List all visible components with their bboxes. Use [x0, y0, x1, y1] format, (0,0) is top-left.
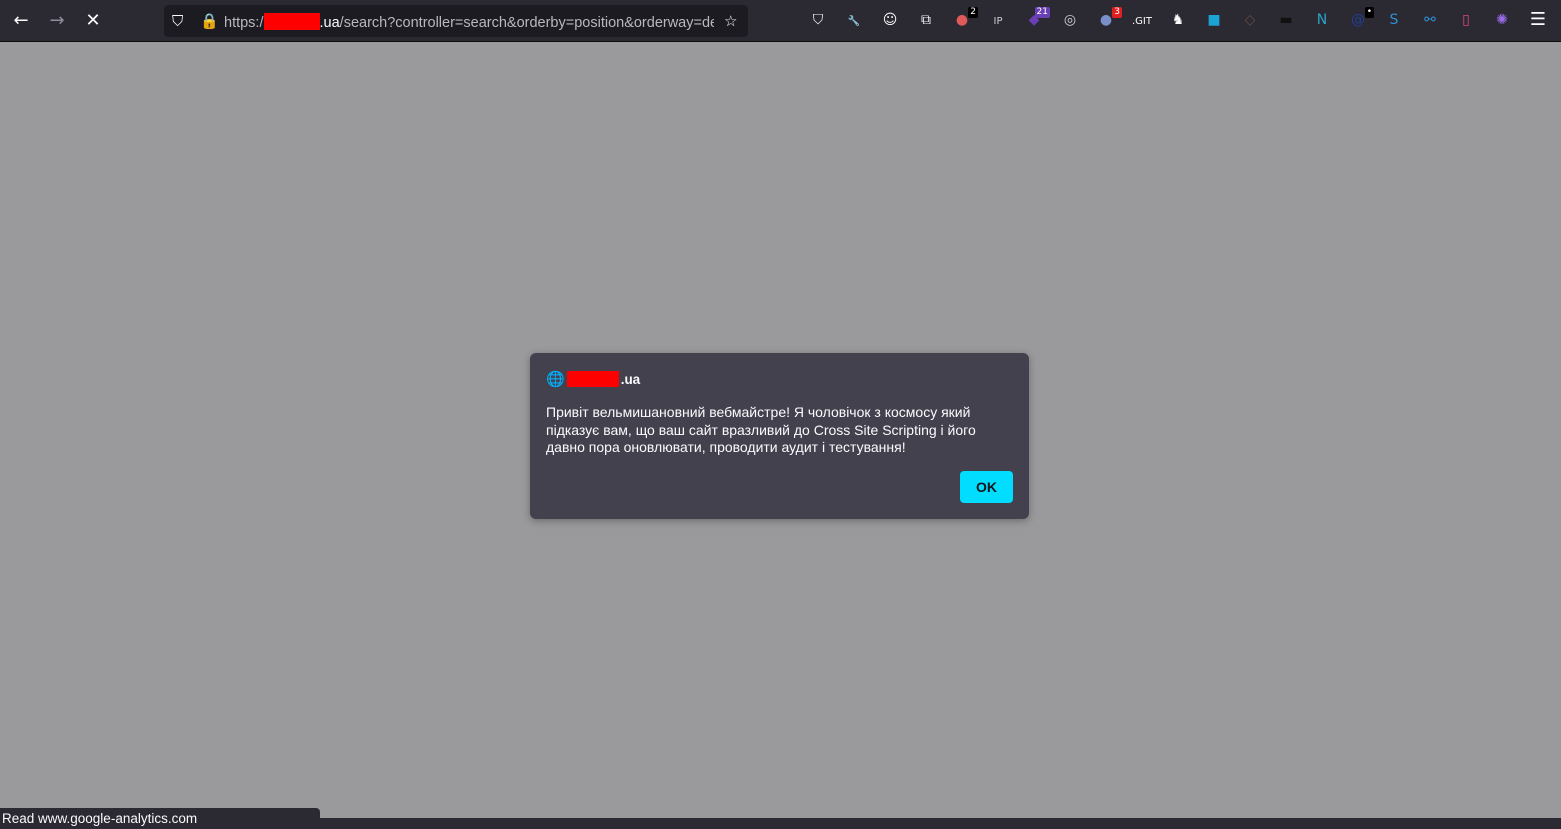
extensions-glyph: ⧉	[921, 12, 931, 28]
url-prefix: https:/	[224, 15, 264, 31]
bookmark-star-icon[interactable]: ☆	[724, 12, 737, 30]
url-bar[interactable]: ⛉ 🔒 https:/ .ua/search?controller=search&…	[164, 5, 748, 37]
extension-doc-glyph: ▯	[1462, 12, 1470, 28]
extension-gear-glyph: ✺	[1496, 12, 1508, 28]
git-glyph: .GIT	[1132, 16, 1152, 27]
redacted-domain	[263, 13, 320, 30]
extensions-icon[interactable]: ⧉	[916, 10, 936, 30]
extension-at-icon[interactable]: @ •	[1348, 7, 1374, 30]
dialog-message: Привіт вельмишановний вебмайстре! Я чоло…	[546, 404, 976, 455]
menu-hamburger-icon[interactable]: ☰	[1528, 10, 1548, 30]
extension-s-icon[interactable]: S	[1384, 10, 1404, 30]
extension-diamond-glyph: ◇	[1244, 12, 1256, 28]
extension-hat-icon[interactable]: ▬	[1276, 10, 1296, 30]
url-host: .ua	[319, 15, 340, 31]
extension-s-glyph: S	[1389, 12, 1399, 28]
lock-icon[interactable]: 🔒	[200, 12, 219, 30]
cookie-glyph: ◎	[1063, 12, 1077, 28]
extension-mask-glyph: ♞	[1171, 12, 1185, 28]
url-text[interactable]: https:/ .ua/search?controller=search&orde…	[224, 13, 714, 31]
dialog-origin: 🌐 .ua	[546, 370, 640, 388]
extension-diamond-icon[interactable]: ◇	[1240, 10, 1260, 30]
wrench-glyph: 🔧	[847, 16, 861, 27]
forward-button[interactable]: →	[44, 8, 70, 34]
ok-button[interactable]: OK	[960, 471, 1013, 503]
extension-mask-icon[interactable]: ♞	[1168, 10, 1188, 30]
pocket-icon[interactable]: ⛉	[808, 10, 828, 30]
extension-globe-icon[interactable]: ● 3	[1096, 7, 1122, 30]
ip-glyph: IP	[993, 16, 1003, 27]
extension-at-glyph: @	[1351, 12, 1365, 28]
extension-purple-icon[interactable]: ◆ 21	[1024, 7, 1050, 30]
wrench-icon[interactable]: 🔧	[844, 10, 864, 30]
extension-dots-glyph: ●	[955, 12, 969, 28]
ip-icon[interactable]: IP	[988, 10, 1008, 30]
browser-toolbar: ← → ✕ ⛉ 🔒 https:/ .ua/search?controller=s…	[0, 0, 1561, 42]
back-button[interactable]: ←	[8, 8, 34, 34]
extension-badge: •	[1364, 7, 1374, 18]
extension-dots-icon[interactable]: ● 2	[952, 7, 978, 30]
extension-camera-glyph: ■	[1207, 12, 1221, 28]
url-path: /search?controller=search&orderby=positi…	[339, 15, 714, 31]
alert-dialog: 🌐 .ua Привіт вельмишановний вебмайстре! …	[530, 353, 1029, 519]
extension-link-icon[interactable]: ⚯	[1420, 10, 1440, 30]
extension-globe-glyph: ●	[1099, 12, 1113, 28]
extension-badge: 21	[1034, 7, 1050, 18]
extension-link-glyph: ⚯	[1424, 12, 1436, 28]
extension-camera-icon[interactable]: ■	[1204, 10, 1224, 30]
stop-loading-button[interactable]: ✕	[80, 8, 106, 34]
extension-badge: 3	[1112, 7, 1122, 18]
origin-suffix: .ua	[620, 371, 641, 387]
globe-icon: 🌐	[546, 371, 565, 388]
git-icon[interactable]: .GIT	[1132, 10, 1152, 30]
account-glyph: ☺	[882, 12, 898, 28]
extension-n-icon[interactable]: N	[1312, 10, 1332, 30]
extension-badge: 2	[968, 7, 978, 18]
extension-gear-icon[interactable]: ✺	[1492, 10, 1512, 30]
extension-doc-icon[interactable]: ▯	[1456, 10, 1476, 30]
redacted-domain	[566, 371, 619, 387]
pocket-glyph: ⛉	[812, 12, 824, 28]
extension-n-glyph: N	[1316, 12, 1328, 28]
account-icon[interactable]: ☺	[880, 10, 900, 30]
status-text: Read www.google-analytics.com	[0, 808, 320, 829]
cookie-icon[interactable]: ◎	[1060, 10, 1080, 30]
tracking-protection-shield-icon[interactable]: ⛉	[172, 12, 183, 30]
extension-hat-glyph: ▬	[1279, 12, 1293, 28]
